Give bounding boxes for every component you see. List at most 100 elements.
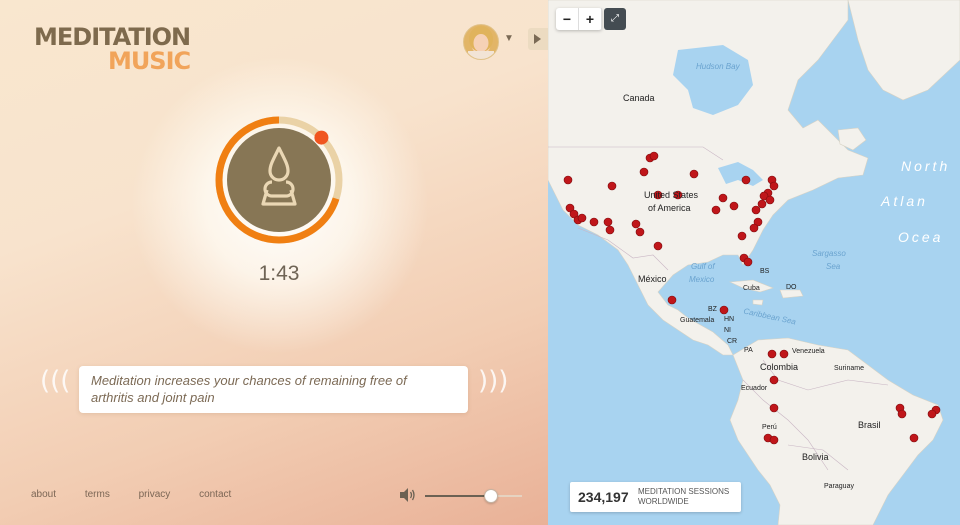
footer-link-about[interactable]: about: [31, 489, 56, 500]
label-hudson-bay: Hudson Bay: [696, 62, 740, 71]
label-sargasso-1: Sargasso: [812, 249, 846, 258]
label-do: DO: [786, 284, 797, 291]
label-cr: CR: [727, 338, 738, 345]
label-ocean: Ocea: [898, 229, 944, 245]
sound-wave-left-icon: (((: [40, 366, 71, 396]
chevron-down-icon[interactable]: ▼: [504, 33, 514, 44]
session-pin[interactable]: [718, 193, 728, 203]
label-peru: Perú: [762, 424, 777, 431]
fact-card: Meditation increases your chances of rem…: [79, 366, 468, 413]
label-hn: HN: [724, 316, 735, 323]
session-pin[interactable]: [563, 175, 573, 185]
session-pin[interactable]: [689, 169, 699, 179]
session-pin[interactable]: [769, 375, 779, 385]
label-venezuela: Venezuela: [792, 348, 825, 355]
player-panel: MEDITATION MUSIC ▼ 1:43 ((( Meditation i…: [0, 0, 548, 525]
label-ni: NI: [724, 327, 731, 334]
label-suriname: Suriname: [834, 365, 864, 372]
session-pin[interactable]: [649, 151, 659, 161]
session-pin[interactable]: [639, 167, 649, 177]
session-pin[interactable]: [635, 227, 645, 237]
sessions-count: 234,197: [578, 489, 629, 505]
timer-progress-ring[interactable]: [215, 116, 343, 244]
volume-slider[interactable]: [425, 489, 522, 503]
label-colombia: Colombia: [760, 362, 799, 372]
session-pin[interactable]: [607, 181, 617, 191]
sessions-label: MEDITATION SESSIONS WORLDWIDE: [638, 487, 738, 507]
session-pin[interactable]: [667, 295, 677, 305]
sessions-label-line-1: MEDITATION SESSIONS: [638, 487, 730, 496]
session-pin[interactable]: [749, 223, 759, 233]
session-pin[interactable]: [927, 409, 937, 419]
session-pin[interactable]: [769, 435, 779, 445]
world-map[interactable]: Canada United States of America México C…: [548, 0, 960, 525]
expand-icon: ⤢: [611, 13, 619, 24]
label-atlantic: Atlan: [881, 193, 928, 209]
hispaniola-land: [779, 289, 804, 299]
session-pin[interactable]: [743, 257, 753, 267]
session-pin[interactable]: [741, 175, 751, 185]
session-pin[interactable]: [729, 201, 739, 211]
label-bz: BZ: [708, 306, 717, 313]
footer-link-privacy[interactable]: privacy: [139, 489, 171, 500]
session-pin[interactable]: [577, 213, 587, 223]
progress-knob[interactable]: [314, 130, 329, 145]
label-bolivia: Bolivia: [802, 452, 829, 462]
label-cuba: Cuba: [743, 285, 760, 292]
zoom-out-button[interactable]: −: [556, 8, 579, 30]
label-gulf-2: Mexico: [689, 275, 715, 284]
session-pin[interactable]: [711, 205, 721, 215]
session-pin[interactable]: [757, 199, 767, 209]
collapse-panel-button[interactable]: [528, 28, 548, 50]
session-pin[interactable]: [767, 349, 777, 359]
footer-link-contact[interactable]: contact: [199, 489, 231, 500]
fullscreen-button[interactable]: ⤢: [604, 8, 626, 30]
label-brasil: Brasil: [858, 420, 881, 430]
label-sargasso-2: Sea: [826, 262, 841, 271]
label-gulf-1: Gulf of: [691, 262, 715, 271]
greenland-land: [847, 0, 960, 101]
label-ecuador: Ecuador: [741, 385, 768, 392]
sound-wave-right-icon: ))): [478, 366, 509, 396]
volume-thumb[interactable]: [483, 489, 498, 503]
play-arrow-icon: [534, 34, 541, 44]
fact-text: Meditation increases your chances of rem…: [91, 373, 407, 405]
sessions-label-line-2: WORLDWIDE: [638, 497, 689, 506]
session-pin[interactable]: [631, 219, 641, 229]
session-pin[interactable]: [765, 195, 775, 205]
user-avatar[interactable]: [463, 24, 499, 60]
sessions-counter-card: 234,197 MEDITATION SESSIONS WORLDWIDE: [570, 482, 741, 512]
label-usa-1: United States: [644, 190, 699, 200]
app-logo[interactable]: MEDITATION MUSIC: [34, 23, 191, 75]
logo-line-1: MEDITATION: [34, 23, 191, 51]
session-pin[interactable]: [769, 403, 779, 413]
zoom-controls: − +: [556, 8, 602, 30]
label-usa-2: of America: [648, 203, 691, 213]
session-pin[interactable]: [589, 217, 599, 227]
map-canvas[interactable]: [548, 0, 960, 525]
session-pin[interactable]: [653, 241, 663, 251]
label-canada: Canada: [623, 93, 655, 103]
label-guatemala: Guatemala: [680, 317, 715, 324]
zoom-in-button[interactable]: +: [579, 8, 602, 30]
session-pin[interactable]: [779, 349, 789, 359]
label-north: North: [901, 158, 951, 174]
session-pin[interactable]: [737, 231, 747, 241]
avatar-image: [468, 26, 494, 59]
logo-line-2: MUSIC: [107, 47, 191, 75]
jamaica-land: [752, 299, 764, 306]
session-pin[interactable]: [909, 433, 919, 443]
label-pa: PA: [744, 347, 753, 354]
footer-links: about terms privacy contact: [31, 489, 257, 500]
session-pin[interactable]: [751, 205, 761, 215]
session-pin[interactable]: [605, 225, 615, 235]
volume-icon[interactable]: [398, 487, 416, 503]
session-pin[interactable]: [603, 217, 613, 227]
session-pin[interactable]: [769, 181, 779, 191]
timer-display: 1:43: [258, 262, 300, 285]
session-pin[interactable]: [897, 409, 907, 419]
volume-fill: [425, 495, 490, 497]
session-pin[interactable]: [719, 305, 729, 315]
footer-link-terms[interactable]: terms: [85, 489, 110, 500]
label-bs: BS: [760, 268, 770, 275]
